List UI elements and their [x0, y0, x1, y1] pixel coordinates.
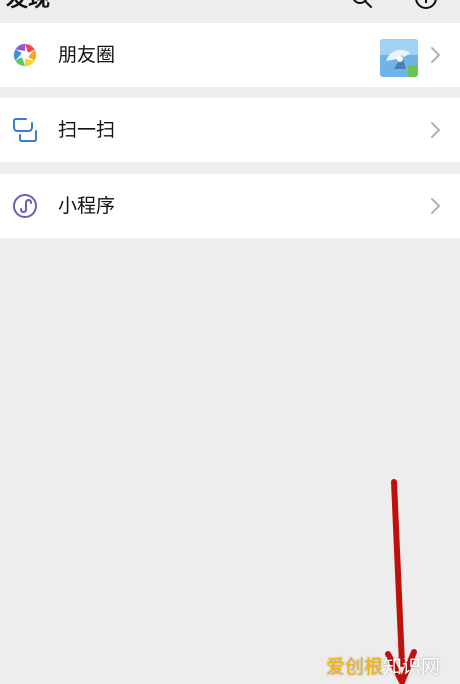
discover-page: 发现 朋友圈: [0, 0, 460, 684]
chevron-right-icon: [431, 198, 440, 214]
moments-aperture-icon: [13, 43, 37, 67]
moments-thumbnail-image: [380, 39, 418, 77]
watermark: 爱创根知识网: [326, 652, 440, 679]
top-bar: 发现: [0, 0, 460, 22]
page-title: 发现: [6, 0, 50, 14]
menu-item-label: 小程序: [58, 195, 116, 217]
chevron-right-icon: [431, 122, 440, 138]
menu-item-mini-programs[interactable]: 小程序: [0, 174, 460, 238]
watermark-part-b: 知识网: [383, 656, 441, 678]
watermark-part-a: 爱创根: [326, 656, 384, 678]
mini-program-icon: [13, 194, 37, 218]
scan-icon: [13, 118, 37, 142]
add-circle-icon[interactable]: [414, 0, 438, 10]
menu-item-label: 扫一扫: [58, 119, 116, 141]
menu-item-moments[interactable]: 朋友圈: [0, 23, 460, 87]
menu-item-scan[interactable]: 扫一扫: [0, 98, 460, 162]
search-icon[interactable]: [350, 0, 374, 10]
menu-item-label: 朋友圈: [58, 44, 116, 66]
chevron-right-icon: [431, 47, 440, 63]
